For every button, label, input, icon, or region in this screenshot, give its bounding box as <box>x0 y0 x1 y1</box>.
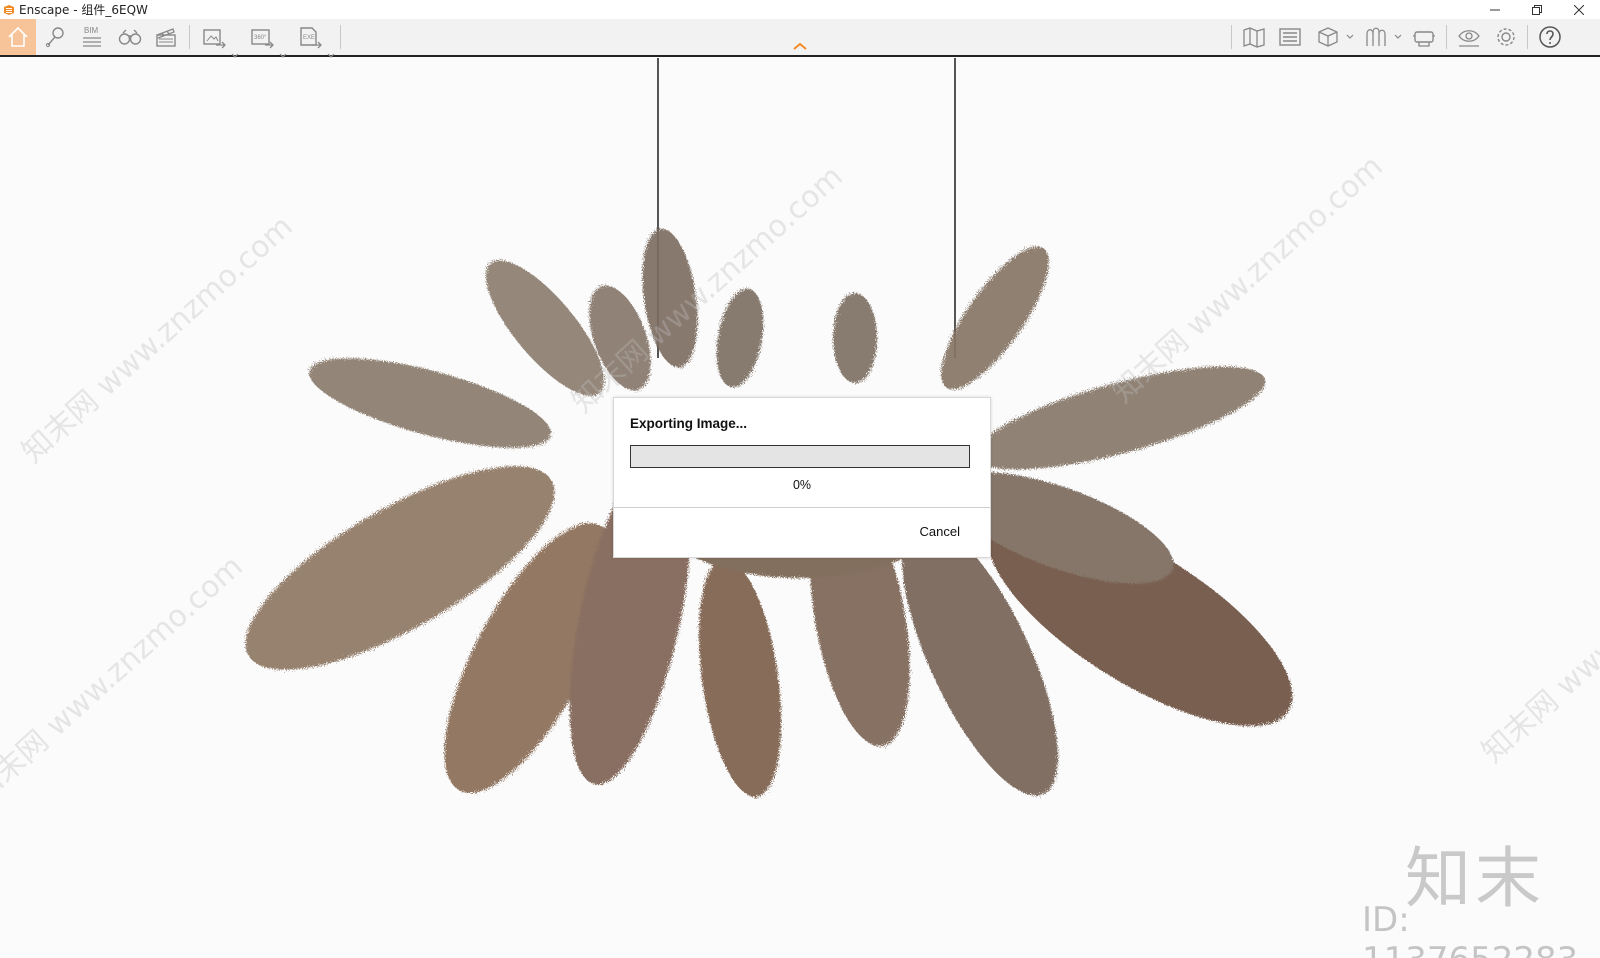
settings-button[interactable] <box>1488 19 1524 55</box>
view-icon <box>1458 30 1480 47</box>
settings-icon <box>1497 28 1515 46</box>
clapperboard-icon <box>156 28 176 47</box>
location-pin-icon <box>45 27 64 48</box>
bim-button[interactable]: BIM <box>74 19 110 55</box>
export-progress-dialog: Exporting Image... 0% Cancel <box>613 397 991 558</box>
export-image-button[interactable] <box>196 19 232 55</box>
dialog-title: Exporting Image... <box>630 416 748 431</box>
help-icon <box>1539 26 1561 48</box>
title-bar: Enscape - 组件_6EQW <box>0 0 1600 19</box>
view-button[interactable] <box>1451 19 1487 55</box>
help-button[interactable] <box>1532 19 1568 55</box>
close-button[interactable] <box>1558 0 1600 19</box>
progress-percent: 0% <box>792 478 812 492</box>
chevron-up-icon[interactable] <box>792 41 808 51</box>
vr-headset-icon <box>1413 31 1435 47</box>
location-pin-button[interactable] <box>38 19 74 55</box>
restore-icon <box>1532 4 1542 15</box>
chevron-down-icon[interactable] <box>1346 33 1354 41</box>
cube-icon <box>1318 27 1338 47</box>
id-watermark: ID: 1137652283 <box>1362 900 1578 958</box>
dialog-divider <box>614 507 990 508</box>
window-controls <box>1474 0 1600 19</box>
home-button[interactable] <box>0 19 36 55</box>
video-editor-button[interactable] <box>148 19 184 55</box>
progress-bar <box>630 445 970 468</box>
export-panorama-icon: 360° <box>251 29 274 49</box>
chevron-down-icon[interactable] <box>1394 33 1402 41</box>
minimize-button[interactable] <box>1474 0 1516 19</box>
cube-button[interactable] <box>1310 19 1346 55</box>
enscape-logo-icon <box>4 4 14 15</box>
asset-library-icon <box>1366 27 1386 46</box>
restore-button[interactable] <box>1516 0 1558 19</box>
export-image-icon <box>203 29 226 49</box>
svg-text:EXE: EXE <box>303 35 315 41</box>
export-panorama-button[interactable]: 360° <box>244 19 280 55</box>
binoculars-button[interactable] <box>112 19 148 55</box>
minimize-icon <box>1490 9 1500 10</box>
export-exe-button[interactable]: EXE <box>292 19 328 55</box>
export-exe-icon: EXE <box>300 27 322 49</box>
cancel-button[interactable]: Cancel <box>920 524 960 539</box>
window-title: Enscape - 组件_6EQW <box>19 3 148 17</box>
binoculars-icon <box>118 29 142 45</box>
map-button[interactable] <box>1236 19 1272 55</box>
asset-library-button[interactable] <box>1358 19 1394 55</box>
visual-settings-button[interactable] <box>1272 19 1308 55</box>
home-icon <box>8 26 28 47</box>
vr-headset-button[interactable] <box>1406 19 1442 55</box>
toolbar: BIM 360° EXE <box>0 19 1600 58</box>
map-icon <box>1243 27 1265 48</box>
bim-icon: BIM <box>83 26 101 47</box>
visual-settings-icon <box>1279 28 1301 46</box>
close-icon <box>1574 4 1584 15</box>
svg-text:BIM: BIM <box>84 26 99 35</box>
svg-text:360°: 360° <box>254 35 267 41</box>
